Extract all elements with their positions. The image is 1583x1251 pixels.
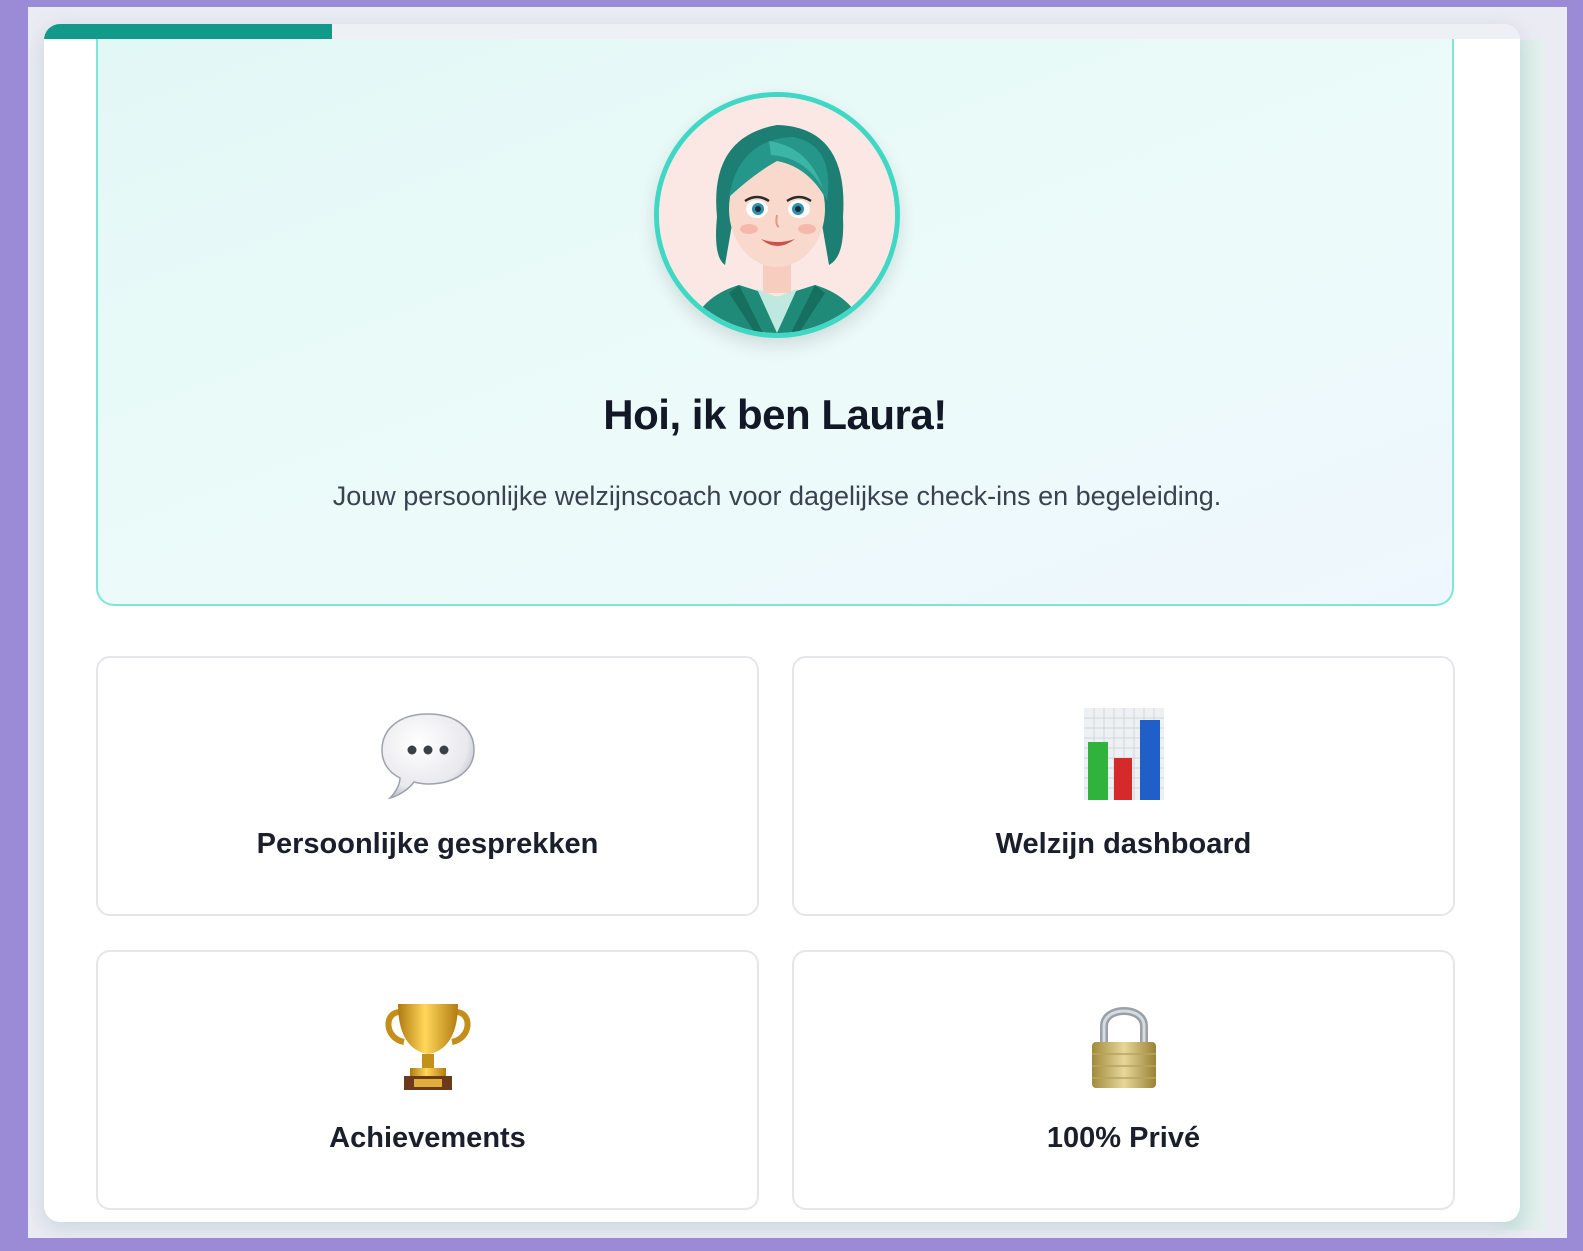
speech-bubble-icon bbox=[378, 704, 478, 804]
coach-avatar bbox=[654, 92, 900, 338]
trophy-icon bbox=[378, 998, 478, 1098]
feature-label: Persoonlijke gesprekken bbox=[256, 828, 599, 860]
feature-tile-wellbeing-dashboard[interactable]: Welzijn dashboard bbox=[792, 656, 1455, 916]
coach-intro-panel: Hoi, ik ben Laura! Jouw persoonlijke wel… bbox=[96, 39, 1454, 606]
feature-tile-privacy[interactable]: 100% Privé bbox=[792, 950, 1455, 1210]
feature-tile-personal-conversations[interactable]: Persoonlijke gesprekken bbox=[96, 656, 759, 916]
feature-label: Welzijn dashboard bbox=[995, 828, 1252, 860]
onboarding-card: Hoi, ik ben Laura! Jouw persoonlijke wel… bbox=[44, 24, 1520, 1222]
padlock-icon bbox=[1074, 998, 1174, 1098]
coach-greeting-title: Hoi, ik ben Laura! bbox=[603, 391, 947, 438]
coach-description: Jouw persoonlijke welzijnscoach voor dag… bbox=[332, 481, 1222, 511]
feature-tile-achievements[interactable]: Achievements bbox=[96, 950, 759, 1210]
feature-label: Achievements bbox=[329, 1122, 526, 1154]
bar-chart-icon bbox=[1074, 704, 1174, 804]
coach-avatar-illustration bbox=[659, 97, 895, 333]
progress-bar bbox=[44, 24, 1520, 39]
feature-label: 100% Privé bbox=[1046, 1122, 1201, 1154]
progress-bar-fill bbox=[44, 24, 332, 39]
